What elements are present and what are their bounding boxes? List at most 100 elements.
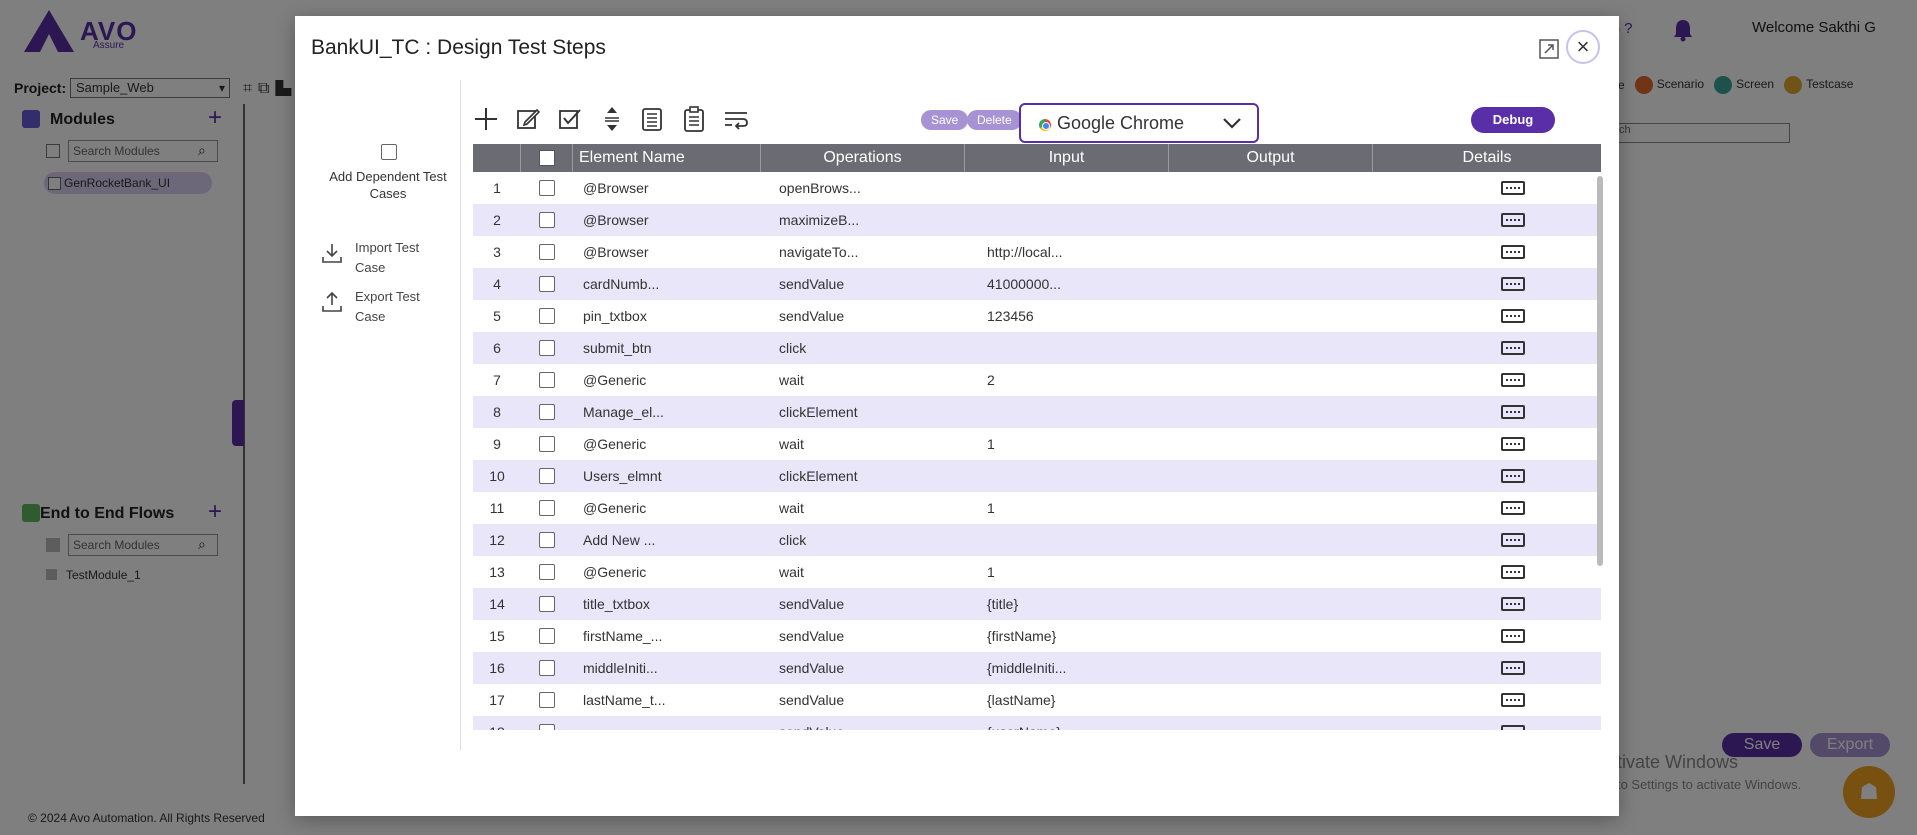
table-row[interactable]: 6 submit_btn click: [473, 332, 1601, 364]
row-checkbox[interactable]: [539, 724, 555, 730]
row-input[interactable]: 41000000...: [987, 276, 1167, 292]
table-row[interactable]: 5 pin_txtbox sendValue 123456: [473, 300, 1601, 332]
details-icon[interactable]: [1501, 245, 1525, 259]
row-operation[interactable]: sendValue: [779, 692, 929, 708]
details-icon[interactable]: [1501, 501, 1525, 515]
row-operation[interactable]: sendValue: [779, 724, 929, 730]
row-operation[interactable]: maximizeB...: [779, 212, 929, 228]
row-element-name[interactable]: cardNumb...: [583, 276, 743, 292]
table-row[interactable]: 17 lastName_t... sendValue {lastName}: [473, 684, 1601, 716]
table-row[interactable]: 15 firstName_... sendValue {firstName}: [473, 620, 1601, 652]
add-step-icon[interactable]: [471, 104, 501, 134]
details-icon[interactable]: [1501, 277, 1525, 291]
table-row[interactable]: 1 @Browser openBrows...: [473, 172, 1601, 204]
row-input[interactable]: 2: [987, 372, 1167, 388]
row-operation[interactable]: wait: [779, 372, 929, 388]
browser-select[interactable]: Google Chrome: [1019, 103, 1259, 143]
row-operation[interactable]: clickElement: [779, 468, 929, 484]
table-row[interactable]: 4 cardNumb... sendValue 41000000...: [473, 268, 1601, 300]
header-operations[interactable]: Operations: [761, 144, 965, 172]
select-all-icon[interactable]: [555, 104, 585, 134]
details-icon[interactable]: [1501, 309, 1525, 323]
row-element-name[interactable]: middleIniti...: [583, 660, 743, 676]
edit-icon[interactable]: [513, 104, 543, 134]
paste-icon[interactable]: [679, 104, 709, 134]
details-icon[interactable]: [1501, 693, 1525, 707]
row-input[interactable]: 1: [987, 436, 1167, 452]
details-icon[interactable]: [1501, 725, 1525, 730]
row-element-name[interactable]: @Browser: [583, 212, 743, 228]
row-element-name[interactable]: Users_elmnt: [583, 468, 743, 484]
details-icon[interactable]: [1501, 373, 1525, 387]
row-element-name[interactable]: title_txtbox: [583, 596, 743, 612]
row-element-name[interactable]: @Browser: [583, 244, 743, 260]
row-operation[interactable]: wait: [779, 436, 929, 452]
row-operation[interactable]: click: [779, 340, 929, 356]
row-operation[interactable]: wait: [779, 564, 929, 580]
details-icon[interactable]: [1501, 213, 1525, 227]
row-checkbox[interactable]: [539, 692, 555, 708]
delete-steps-button[interactable]: Delete: [967, 110, 1022, 130]
details-icon[interactable]: [1501, 629, 1525, 643]
row-input[interactable]: {lastName}: [987, 692, 1167, 708]
row-checkbox[interactable]: [539, 180, 555, 196]
row-input[interactable]: http://local...: [987, 244, 1167, 260]
table-row[interactable]: 3 @Browser navigateTo... http://local...: [473, 236, 1601, 268]
row-element-name[interactable]: @Browser: [583, 180, 743, 196]
table-row[interactable]: 9 @Generic wait 1: [473, 428, 1601, 460]
header-details[interactable]: Details: [1373, 144, 1601, 172]
table-row[interactable]: 8 Manage_el... clickElement: [473, 396, 1601, 428]
close-button[interactable]: ×: [1566, 30, 1600, 64]
copy-icon[interactable]: [637, 104, 667, 134]
table-row[interactable]: 10 Users_elmnt clickElement: [473, 460, 1601, 492]
row-operation[interactable]: clickElement: [779, 404, 929, 420]
save-steps-button[interactable]: Save: [921, 110, 969, 130]
row-checkbox[interactable]: [539, 340, 555, 356]
table-row[interactable]: 2 @Browser maximizeB...: [473, 204, 1601, 236]
row-checkbox[interactable]: [539, 212, 555, 228]
row-element-name[interactable]: Manage_el...: [583, 404, 743, 420]
table-row[interactable]: 13 @Generic wait 1: [473, 556, 1601, 588]
details-icon[interactable]: [1501, 597, 1525, 611]
row-operation[interactable]: wait: [779, 500, 929, 516]
table-row[interactable]: 7 @Generic wait 2: [473, 364, 1601, 396]
grid-scrollbar[interactable]: [1597, 176, 1603, 566]
add-dependent-checkbox[interactable]: [381, 144, 397, 160]
table-row[interactable]: 16 middleIniti... sendValue {middleIniti...: [473, 652, 1601, 684]
row-element-name[interactable]: submit_btn: [583, 340, 743, 356]
row-input[interactable]: 1: [987, 564, 1167, 580]
expand-icon[interactable]: [1538, 38, 1560, 60]
row-checkbox[interactable]: [539, 532, 555, 548]
table-row[interactable]: 14 title_txtbox sendValue {title}: [473, 588, 1601, 620]
row-checkbox[interactable]: [539, 308, 555, 324]
details-icon[interactable]: [1501, 533, 1525, 547]
wrap-text-icon[interactable]: [721, 104, 751, 134]
row-checkbox[interactable]: [539, 660, 555, 676]
row-operation[interactable]: sendValue: [779, 628, 929, 644]
row-operation[interactable]: sendValue: [779, 660, 929, 676]
debug-button[interactable]: Debug: [1471, 107, 1555, 133]
move-steps-icon[interactable]: [597, 104, 627, 134]
table-row[interactable]: 11 @Generic wait 1: [473, 492, 1601, 524]
row-element-name[interactable]: firstName_...: [583, 628, 743, 644]
row-checkbox[interactable]: [539, 436, 555, 452]
row-checkbox[interactable]: [539, 468, 555, 484]
row-operation[interactable]: sendValue: [779, 596, 929, 612]
row-element-name[interactable]: @Generic: [583, 372, 743, 388]
row-element-name[interactable]: Add New ...: [583, 532, 743, 548]
row-element-name[interactable]: lastName_t...: [583, 692, 743, 708]
row-operation[interactable]: sendValue: [779, 308, 929, 324]
row-checkbox[interactable]: [539, 372, 555, 388]
row-checkbox[interactable]: [539, 500, 555, 516]
row-input[interactable]: 1: [987, 500, 1167, 516]
details-icon[interactable]: [1501, 661, 1525, 675]
row-checkbox[interactable]: [539, 596, 555, 612]
row-input[interactable]: 123456: [987, 308, 1167, 324]
details-icon[interactable]: [1501, 405, 1525, 419]
row-element-name[interactable]: @Generic: [583, 564, 743, 580]
row-operation[interactable]: sendValue: [779, 276, 929, 292]
row-checkbox[interactable]: [539, 628, 555, 644]
details-icon[interactable]: [1501, 469, 1525, 483]
row-operation[interactable]: navigateTo...: [779, 244, 929, 260]
row-input[interactable]: {firstName}: [987, 628, 1167, 644]
